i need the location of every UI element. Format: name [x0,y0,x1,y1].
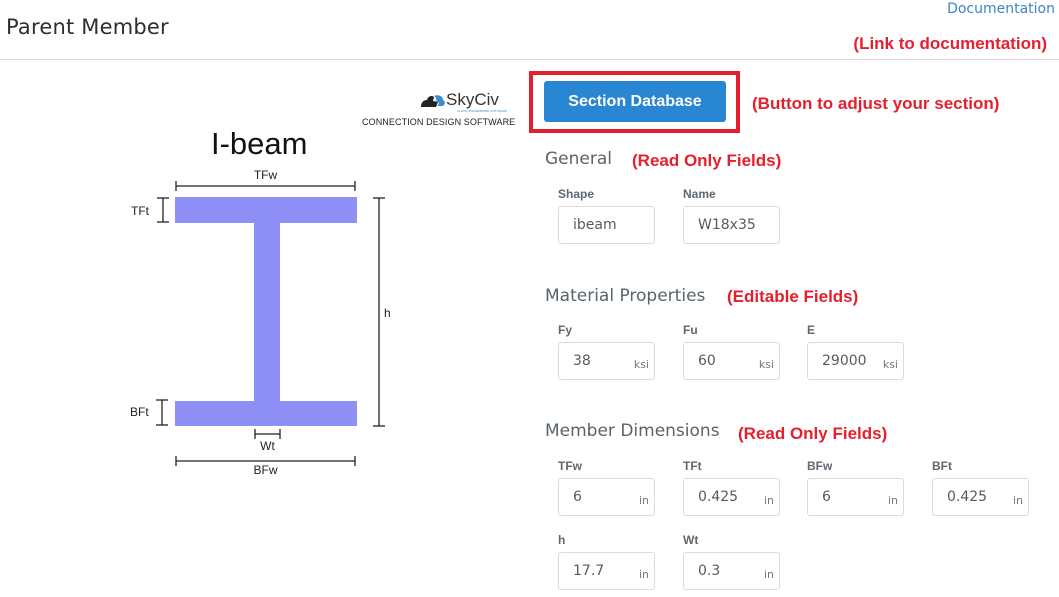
wt-input-box: in [683,552,780,590]
tft-unit: in [763,494,774,507]
bft-dimension-line [156,399,168,426]
web [254,223,280,401]
fu-input-box: ksi [683,342,780,380]
general-annotation: (Read Only Fields) [632,151,782,170]
section-button-annotation: (Button to adjust your section) [752,94,1000,113]
tft-field: TFt in [683,459,780,516]
bfw-field: BFw in [807,459,904,516]
e-field: E ksi [807,323,904,380]
documentation-link[interactable]: Documentation [947,1,1055,17]
general-title: General [545,149,612,169]
dimensions-title: Member Dimensions [545,421,720,441]
tfw-field: TFw in [558,459,655,516]
wt-unit: in [763,568,774,581]
logo-tagline: CONNECTION DESIGN SOFTWARE [362,117,516,127]
ibeam-diagram: TFw TFt h BFt Wt BFw [130,168,391,477]
tft-label: TFt [131,204,150,218]
tft-dimension-line [157,197,169,223]
page-title: Parent Member [6,15,169,39]
fu-field: Fu ksi [683,323,780,380]
shape-input-box [558,206,655,244]
h-unit: in [638,568,649,581]
tfw-dimension-line [175,181,356,191]
ibeam-shape [175,197,357,426]
wt-field: Wt in [683,533,780,590]
material-section-title: Material Properties [545,286,705,306]
name-input[interactable] [684,207,779,243]
name-label: Name [683,187,716,201]
dimensions-section-title: Member Dimensions [545,421,720,441]
shape-label: Shape [558,187,595,201]
h-input-box: in [558,552,655,590]
tfw-label: TFw [254,168,278,182]
h-field: h in [558,533,655,590]
bfw-input-box: in [807,478,904,516]
bfw-label: BFw [254,463,278,477]
bfw-unit: in [887,494,898,507]
general-section-title: General [545,149,612,169]
tft-field-label: TFt [683,459,702,473]
fy-field: Fy ksi [558,323,655,380]
bottom-flange [175,401,357,426]
skyciv-cloud-icon [421,95,445,107]
tfw-field-label: TFw [558,459,582,473]
bft-input-box: in [932,478,1029,516]
fy-label: Fy [558,323,573,337]
fy-unit: ksi [633,358,649,371]
tfw-unit: in [638,494,649,507]
top-flange [175,197,357,223]
h-label: h [384,306,391,320]
logo-subtitle: CLOUD ENGINEERING SOFTWARE [457,109,507,113]
material-annotation: (Editable Fields) [727,287,859,306]
fu-label: Fu [683,323,698,337]
bfw-field-label: BFw [807,459,833,473]
wt-dimension-line [254,429,281,439]
bft-label: BFt [130,405,149,419]
tft-input-box: in [683,478,780,516]
shape-input[interactable] [559,207,654,243]
material-title: Material Properties [545,286,706,306]
fy-input-box: ksi [558,342,655,380]
fu-unit: ksi [758,358,774,371]
wt-label: Wt [260,439,275,453]
wt-field-label: Wt [683,533,699,547]
e-unit: ksi [882,358,898,371]
tfw-input-box: in [558,478,655,516]
e-label: E [807,323,816,337]
bft-unit: in [1012,494,1023,507]
bft-field-label: BFt [932,459,952,473]
bft-field: BFt in [932,459,1029,516]
diagram-title: I-beam [211,126,308,161]
section-database-button[interactable]: Section Database [544,81,726,122]
dimensions-annotation: (Read Only Fields) [738,424,888,443]
documentation-annotation: (Link to documentation) [853,34,1047,53]
shape-field: Shape [558,187,655,244]
e-input-box: ksi [807,342,904,380]
h-field-label: h [558,533,566,547]
skyciv-logo: SkyCiv CLOUD ENGINEERING SOFTWARE CONNEC… [362,90,515,130]
logo-name: SkyCiv [446,90,499,109]
name-input-box [683,206,780,244]
header: Parent Member Documentation (Link to doc… [0,0,1059,60]
name-field: Name [683,187,780,244]
